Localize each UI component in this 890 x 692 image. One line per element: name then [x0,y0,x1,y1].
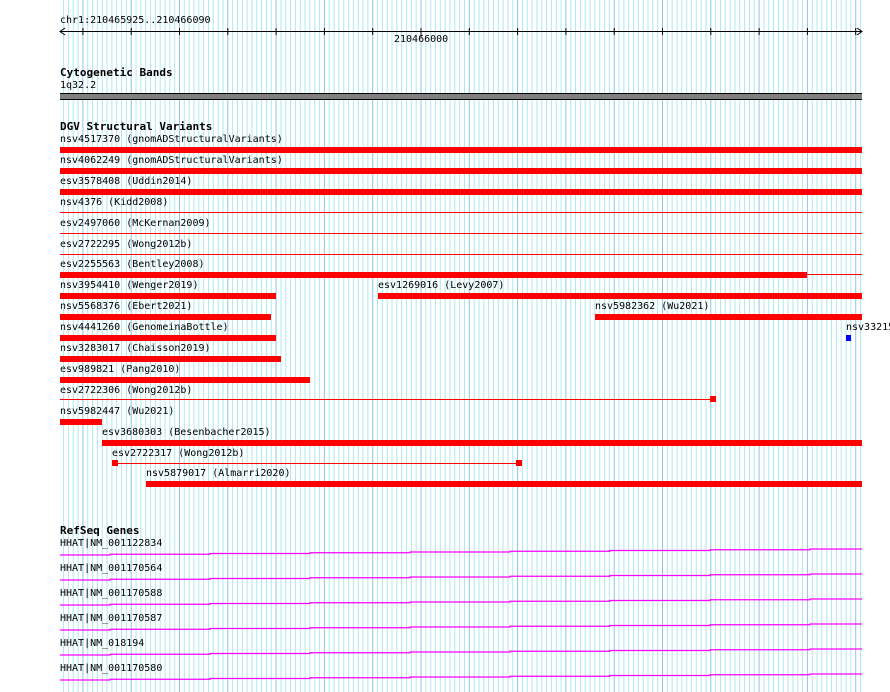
variant-label[interactable]: esv2255563 (Bentley2008) [60,259,205,271]
gene-intron-line [60,648,862,656]
variant-bar[interactable] [377,293,862,299]
variant-label[interactable]: esv989821 (Pang2010) [60,364,180,376]
variant-label[interactable]: nsv4517370 (gnomADStructuralVariants) [60,134,283,146]
variant-bar[interactable] [60,189,862,195]
variant-end-marker[interactable] [516,460,523,466]
gene-intron-line [60,673,862,681]
variant-start-marker[interactable] [111,460,118,466]
variant-label[interactable]: nsv3283017 (Chaisson2019) [60,343,211,355]
gene-intron-line [60,548,862,556]
variant-label[interactable]: nsv5879017 (Almarri2020) [146,468,291,480]
ruler-tick-label: 210466000 [394,34,449,45]
cytoband-label[interactable]: 1q32.2 [60,80,96,92]
variant-label[interactable]: esv2722317 (Wong2012b) [112,448,244,460]
variant-label[interactable]: esv3578408 (Uddin2014) [60,176,192,188]
variant-bar[interactable] [594,314,862,320]
variant-label[interactable]: esv3680303 (Besenbacher2015) [102,427,271,439]
gene-intron-line [60,573,862,581]
variant-bar[interactable] [60,314,272,320]
variant-label[interactable]: esv1269016 (Levy2007) [378,280,504,292]
variant-label[interactable]: nsv4376 (Kidd2008) [60,197,168,209]
variant-label[interactable]: esv2497060 (McKernan2009) [60,218,211,230]
gene-model[interactable] [0,568,890,588]
cytoband-bar[interactable] [60,93,862,100]
variant-line[interactable] [60,254,862,255]
refseq-track-title: RefSeq Genes [60,524,140,537]
variant-bar[interactable] [60,293,277,299]
variant-label[interactable]: nsv5982362 (Wu2021) [595,301,709,313]
variant-label[interactable]: esv2722306 (Wong2012b) [60,385,192,397]
cytogenetic-bands-title: Cytogenetic Bands [60,66,173,79]
variant-line[interactable] [60,399,716,400]
dgv-track-title: DGV Structural Variants [60,120,213,133]
variant-bar[interactable] [60,377,310,383]
gene-intron-line [60,623,862,631]
variant-end-marker[interactable] [709,396,716,402]
gene-model[interactable] [0,543,890,563]
gene-intron-line [60,598,862,606]
gene-model[interactable] [0,593,890,613]
variant-line[interactable] [60,212,862,213]
variant-label[interactable]: nsv3954410 (Wenger2019) [60,280,198,292]
variant-bar[interactable] [60,356,281,362]
gene-model[interactable] [0,643,890,663]
variant-bar[interactable] [60,147,862,153]
gene-model[interactable] [0,618,890,638]
variant-bar[interactable] [60,335,277,341]
variant-bar[interactable] [145,481,862,487]
variant-bar[interactable] [102,440,862,446]
variant-label[interactable]: nsv5568376 (Ebert2021) [60,301,192,313]
variant-bar[interactable] [60,419,103,425]
variant-label[interactable]: nsv5982447 (Wu2021) [60,406,174,418]
variant-line[interactable] [60,233,862,234]
variant-bar[interactable] [60,168,862,174]
variant-label[interactable]: nsv33215 [846,322,890,334]
variant-point[interactable] [846,335,852,341]
variant-line[interactable] [807,274,862,275]
variant-label[interactable]: esv2722295 (Wong2012b) [60,239,192,251]
variant-label[interactable]: nsv4062249 (gnomADStructuralVariants) [60,155,283,167]
variant-line[interactable] [111,463,523,464]
gene-model[interactable] [0,668,890,688]
variant-label[interactable]: nsv4441260 (GenomeinaBottle) [60,322,229,334]
variant-bar[interactable] [60,272,808,278]
